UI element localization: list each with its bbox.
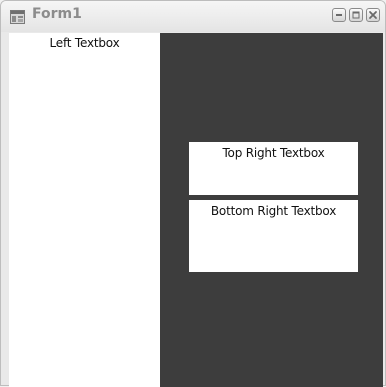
window-title: Form1 bbox=[32, 6, 82, 22]
title-bar[interactable]: Form1 bbox=[1, 1, 385, 32]
bottom-right-textbox[interactable]: Bottom Right Textbox bbox=[189, 200, 358, 272]
left-textbox[interactable]: Left Textbox bbox=[9, 33, 160, 387]
maximize-icon bbox=[352, 11, 360, 19]
close-button[interactable] bbox=[366, 8, 380, 22]
close-icon bbox=[369, 11, 377, 19]
minimize-icon bbox=[336, 14, 342, 16]
windows-form-icon[interactable] bbox=[10, 9, 25, 24]
form-window: Form1 Left Textbox Top Right Textbox Bot… bbox=[0, 0, 386, 387]
maximize-button[interactable] bbox=[349, 8, 363, 22]
minimize-button[interactable] bbox=[332, 8, 346, 22]
top-right-textbox[interactable]: Top Right Textbox bbox=[189, 142, 358, 195]
form-client-area: Left Textbox Top Right Textbox Bottom Ri… bbox=[9, 33, 383, 387]
